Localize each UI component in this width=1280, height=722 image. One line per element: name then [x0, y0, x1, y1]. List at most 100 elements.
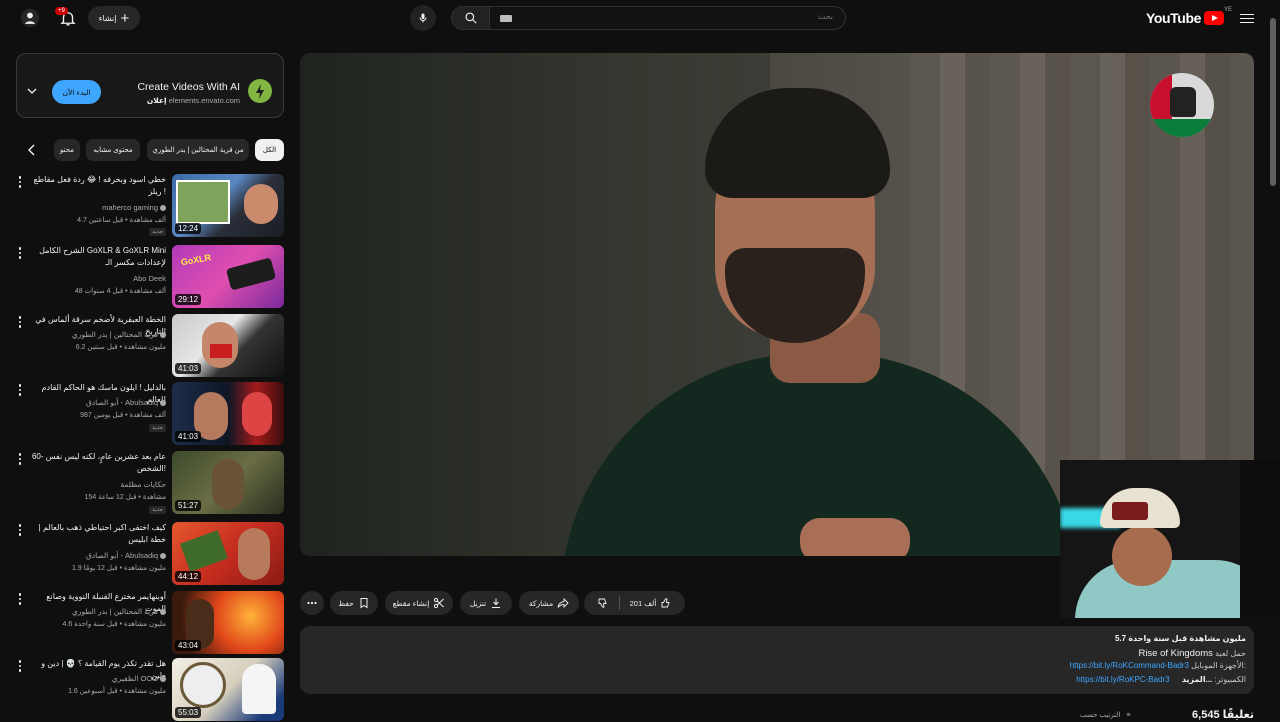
more-options-icon[interactable] — [16, 176, 24, 190]
video-thumbnail[interactable]: 41:03 — [172, 314, 284, 377]
create-label: إنشاء — [98, 13, 117, 23]
list-item[interactable]: 51:27 60- عام بعد عشرين عامٍ، لكنه ليس ن… — [16, 451, 284, 515]
video-thumbnail[interactable]: 44:12 — [172, 522, 284, 585]
video-title[interactable]: كيف اختفى اكبر احتياطي ذهب بالعالم | خطة… — [26, 522, 166, 546]
new-badge: جديد — [149, 228, 166, 236]
chip-all[interactable]: الكل — [255, 139, 284, 161]
video-title[interactable]: خطي اسود وبحرفه ! 😂 ردة فعل مقاطع ريلز ! — [26, 174, 166, 198]
chevron-left-icon[interactable] — [26, 143, 38, 157]
video-duration: 55:03 — [175, 707, 202, 718]
video-duration: 29:12 — [175, 294, 202, 305]
more-options-icon[interactable] — [16, 247, 24, 261]
channel-name[interactable]: قرية المحتالين | بدر الطوري — [72, 607, 166, 616]
channel-watermark-icon[interactable] — [1150, 73, 1214, 137]
more-options-icon[interactable] — [16, 453, 24, 467]
download-button[interactable]: تنزيل — [460, 591, 512, 615]
show-more-link[interactable]: ...المزيد — [1182, 675, 1212, 684]
chip-channel[interactable]: من قرية المحتالين | بدر الطوري — [147, 139, 249, 161]
plus-icon: + — [120, 9, 130, 27]
video-thumbnail[interactable]: 12:24 — [172, 174, 284, 237]
sort-icon: ≡ — [1126, 712, 1131, 719]
video-thumbnail[interactable]: 41:03 — [172, 382, 284, 445]
voice-search-button[interactable] — [410, 5, 436, 31]
user-icon — [20, 8, 40, 28]
video-title[interactable]: الشرح الكامل GoXLR & GoXLR Mini لإعدادات… — [26, 245, 166, 269]
video-title[interactable]: 60- عام بعد عشرين عامٍ، لكنه ليس نفس الش… — [26, 451, 166, 475]
chevron-down-icon[interactable] — [27, 86, 37, 96]
more-actions-button[interactable] — [300, 591, 324, 615]
search-input[interactable] — [531, 11, 835, 22]
list-item[interactable]: 44:12 كيف اختفى اكبر احتياطي ذهب بالعالم… — [16, 522, 284, 586]
share-button[interactable]: مشاركة — [519, 591, 579, 615]
search-box[interactable] — [489, 6, 846, 30]
search-icon — [464, 12, 477, 24]
top-bar: YouTube YE إنشاء + +9 — [0, 0, 1280, 38]
description-line-game: Rise of Kingdoms حمل لعبة — [1138, 648, 1246, 659]
like-count[interactable]: 201 ألف — [630, 599, 657, 608]
notifications-button[interactable]: +9 — [55, 7, 77, 30]
channel-name[interactable]: قرية المحتالين | بدر الطوري — [72, 330, 166, 339]
ad-cta-button[interactable]: البدء الآن — [52, 80, 101, 104]
mobile-link[interactable]: https://bit.ly/RoKCommand-Badr3 — [1070, 661, 1189, 670]
list-item[interactable]: 55:03 هل تقدر تكذر يوم القيامة ؟ 💀 | دين… — [16, 658, 284, 722]
dislike-icon[interactable] — [597, 597, 609, 609]
clip-button[interactable]: إنشاء مقطع — [385, 591, 453, 615]
more-options-icon[interactable] — [16, 384, 24, 398]
video-duration: 43:04 — [175, 640, 202, 651]
page-scrollbar[interactable] — [1270, 18, 1276, 186]
channel-name[interactable]: Abo Deek — [133, 274, 166, 283]
save-button[interactable]: حفظ — [330, 591, 378, 615]
video-meta: 987 ألف مشاهدة • قبل يومين — [80, 412, 166, 419]
description-line-pc: https://bit.ly/RoKPC-Badr3 الكمبيوتر: ..… — [1076, 675, 1246, 684]
comments-header: 6,545 تعليقًا الترتيب حسب ≡ — [1080, 708, 1254, 721]
video-meta: 4.7 ألف مشاهدة • قبل ساعتين — [77, 217, 166, 224]
sponsored-ad-card[interactable]: Create Videos With AI إعلان elements.env… — [16, 53, 284, 118]
verified-icon — [160, 332, 166, 339]
share-label: مشاركة — [528, 598, 554, 608]
video-thumbnail[interactable]: 51:27 — [172, 451, 284, 514]
chip-more[interactable]: محتو — [54, 139, 80, 161]
chip-related[interactable]: محتوى مشابه — [86, 139, 140, 161]
more-options-icon[interactable] — [16, 524, 24, 538]
verified-icon — [160, 609, 166, 616]
channel-name[interactable]: الظفيري OOO — [112, 674, 166, 683]
youtube-logo[interactable]: YouTube YE — [1146, 7, 1232, 26]
video-meta: 1.6 مليون مشاهدة • قبل أسبوعين — [68, 688, 166, 695]
more-options-icon[interactable] — [16, 316, 24, 330]
sort-comments-button[interactable]: الترتيب حسب ≡ — [1080, 711, 1130, 719]
video-thumbnail[interactable]: 43:04 — [172, 591, 284, 654]
more-options-icon[interactable] — [16, 660, 24, 674]
pc-link[interactable]: https://bit.ly/RoKPC-Badr3 — [1076, 675, 1169, 684]
list-item[interactable]: 43:04 أوبنهايمر مخترع القنبلة النووية وص… — [16, 591, 284, 655]
youtube-play-icon — [1204, 11, 1224, 25]
account-avatar[interactable] — [20, 8, 40, 28]
video-duration: 41:03 — [175, 363, 202, 374]
video-thumbnail[interactable]: 55:03 — [172, 658, 284, 721]
channel-name[interactable]: maherco gaming — [102, 203, 166, 212]
more-options-icon[interactable] — [16, 593, 24, 607]
ad-url: elements.envato.com — [168, 96, 240, 105]
video-description[interactable]: 5.7 مليون مشاهدة قبل سنة واحدة Rise of K… — [300, 626, 1254, 694]
menu-icon[interactable] — [1240, 11, 1254, 25]
list-item[interactable]: 41:03 بالدليل ! ايلون ماسك هو الحاكم الق… — [16, 382, 284, 446]
video-duration: 44:12 — [175, 571, 202, 582]
like-icon[interactable] — [660, 597, 672, 609]
bookmark-icon — [360, 598, 368, 609]
filter-chips: الكل من قرية المحتالين | بدر الطوري محتو… — [16, 139, 284, 161]
video-thumbnail[interactable]: GoXLR 29:12 — [172, 245, 284, 308]
video-meta: 6.2 مليون مشاهدة • قبل سنتين — [75, 344, 166, 351]
list-item[interactable]: 12:24 خطي اسود وبحرفه ! 😂 ردة فعل مقاطع … — [16, 174, 284, 238]
video-duration: 51:27 — [175, 500, 202, 511]
channel-name[interactable]: أبو الصادق - Abulsadiq — [86, 398, 166, 407]
list-item[interactable]: GoXLR 29:12 الشرح الكامل GoXLR & GoXLR M… — [16, 245, 284, 309]
video-duration: 41:03 — [175, 431, 202, 442]
ad-title[interactable]: Create Videos With AI — [137, 81, 240, 93]
verified-icon — [160, 676, 166, 683]
video-meta: 4.6 مليون مشاهدة • قبل سنة واحدة — [62, 621, 166, 628]
keyboard-icon[interactable] — [500, 15, 512, 22]
list-item[interactable]: 41:03 الخطة العبقرية لأضخم سرقة ألماس في… — [16, 314, 284, 378]
search-button[interactable] — [451, 6, 489, 30]
create-button[interactable]: إنشاء + — [88, 6, 140, 30]
channel-name[interactable]: حكايات مظلمة — [120, 480, 166, 489]
channel-name[interactable]: أبو الصادق - Abulsadiq — [86, 551, 166, 560]
